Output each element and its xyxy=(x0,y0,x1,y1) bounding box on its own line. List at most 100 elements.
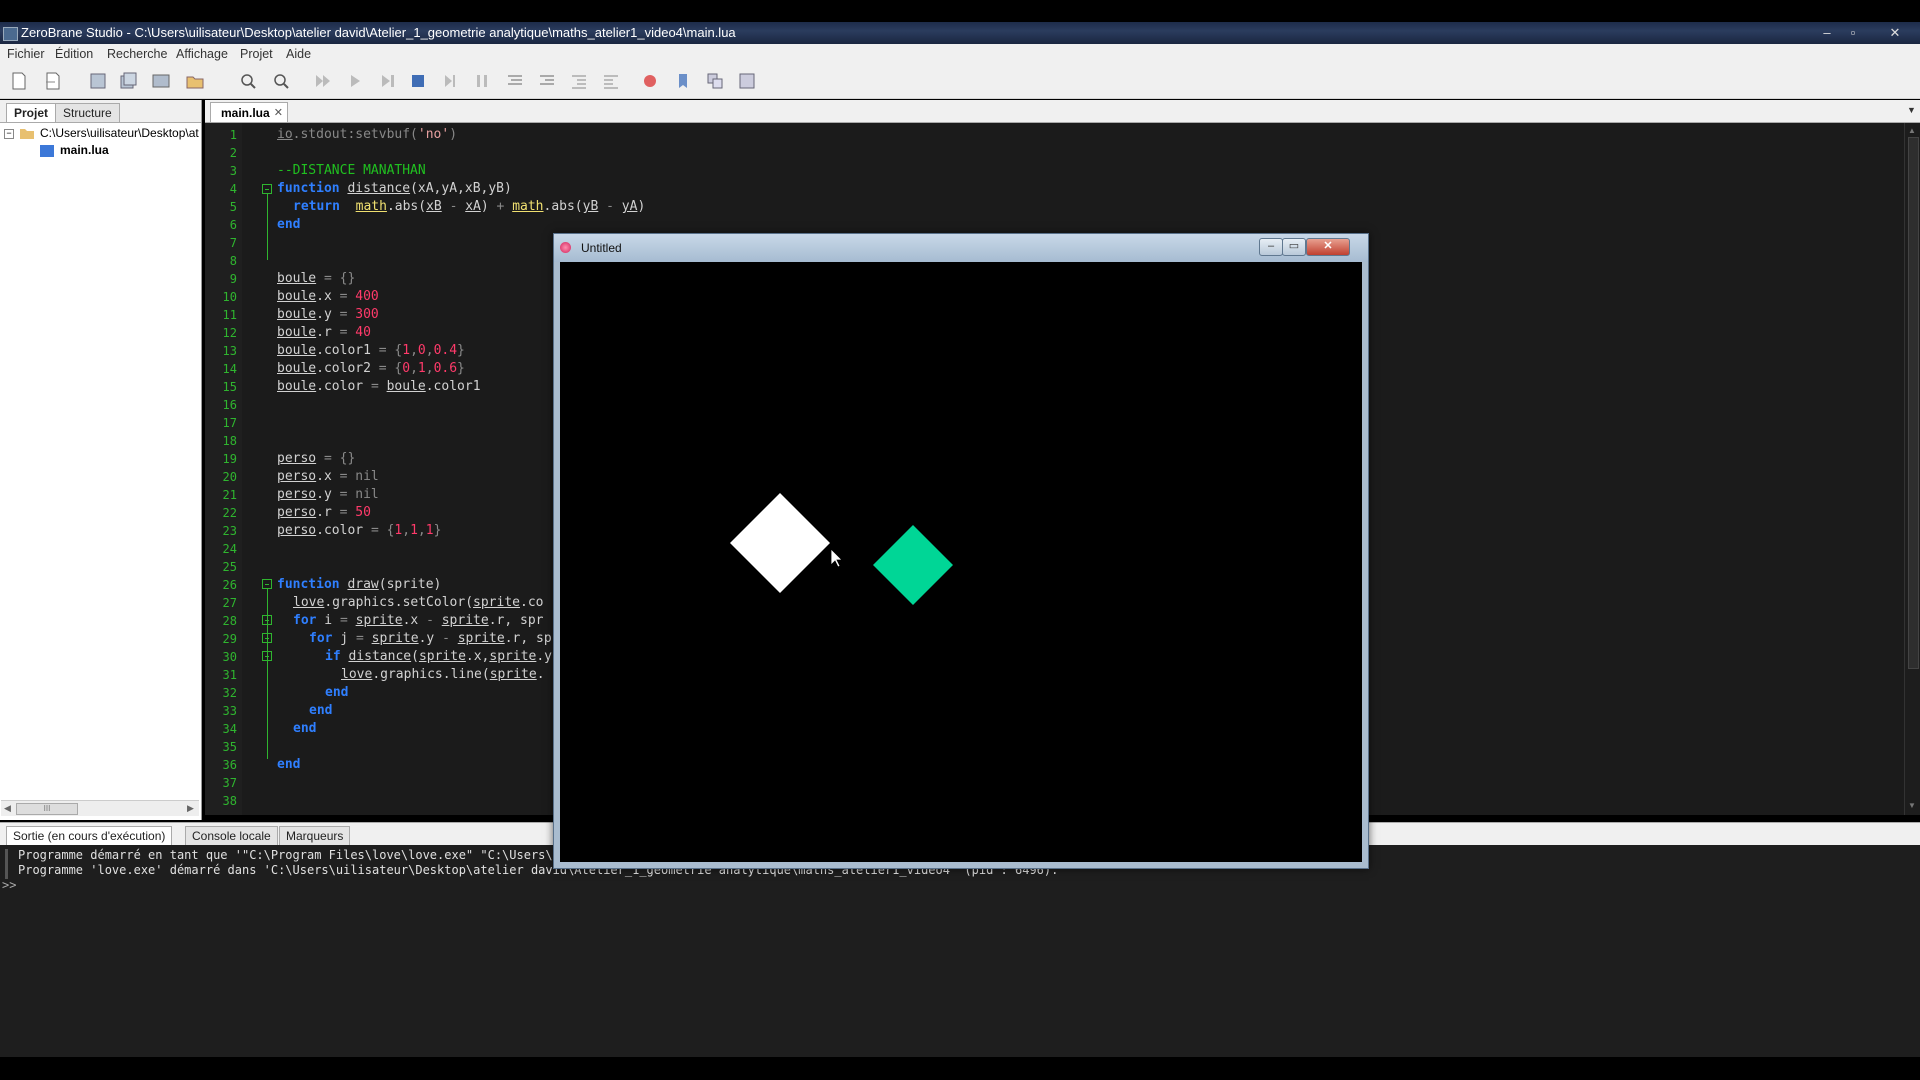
code-line-15: boule.color = boule.color1 xyxy=(277,379,481,394)
menu-projet[interactable]: Projet xyxy=(240,47,273,61)
menu-edition[interactable]: Édition xyxy=(55,47,93,61)
fold-marker[interactable] xyxy=(262,579,272,589)
code-line-29: for j = sprite.y - sprite.r, sp xyxy=(309,631,552,646)
project-root[interactable]: C:\Users\uilisateur\Desktop\at xyxy=(40,126,199,140)
find-icon[interactable] xyxy=(238,71,258,91)
save-icon[interactable] xyxy=(88,71,108,91)
code-line-12: boule.r = 40 xyxy=(277,325,371,340)
tab-list-dropdown-icon[interactable]: ▼ xyxy=(1907,105,1916,115)
folder-icon xyxy=(20,129,34,139)
indent-icon[interactable] xyxy=(569,71,589,91)
save-all-icon[interactable] xyxy=(118,71,138,91)
outdent-icon[interactable] xyxy=(601,71,621,91)
menu-aide[interactable]: Aide xyxy=(286,47,311,61)
horizontal-scrollbar[interactable]: ◀ III ▶ xyxy=(1,800,199,816)
line-number: 31 xyxy=(222,668,237,682)
love-close-button[interactable]: ✕ xyxy=(1306,238,1350,256)
love-window-title-bar[interactable]: Untitled – ▭ ✕ xyxy=(554,234,1368,262)
step-into-icon[interactable] xyxy=(440,71,460,91)
collapse-toggle-icon[interactable]: − xyxy=(4,129,14,139)
love-window[interactable]: Untitled – ▭ ✕ xyxy=(553,233,1369,869)
line-number: 8 xyxy=(229,254,237,268)
love-maximize-button[interactable]: ▭ xyxy=(1282,238,1306,256)
project-folder-icon[interactable] xyxy=(185,71,205,91)
fold-line xyxy=(267,194,268,260)
tab-projet[interactable]: Projet xyxy=(6,103,57,122)
project-settings-icon[interactable] xyxy=(737,71,757,91)
line-number: 12 xyxy=(222,326,237,340)
break-icon[interactable] xyxy=(472,71,492,91)
mouse-cursor-icon xyxy=(830,548,843,568)
scroll-left-icon[interactable]: ◀ xyxy=(4,803,11,814)
code-line-20: perso.x = nil xyxy=(277,469,379,484)
close-tab-icon[interactable]: ✕ xyxy=(274,103,283,123)
boule-diamond xyxy=(873,525,953,605)
code-line-22: perso.r = 50 xyxy=(277,505,371,520)
fold-line xyxy=(267,589,268,759)
bookmark-icon[interactable] xyxy=(673,71,693,91)
code-line-31: love.graphics.line(sprite. xyxy=(341,667,545,682)
tab-marqueurs[interactable]: Marqueurs xyxy=(279,826,351,846)
toolbar xyxy=(0,64,1920,99)
code-line-34: end xyxy=(293,721,317,736)
tab-sortie[interactable]: Sortie (en cours d'exécution) xyxy=(6,826,173,846)
line-number: 26 xyxy=(222,578,237,592)
file-main-lua[interactable]: main.lua xyxy=(60,143,109,157)
code-line-30: if distance(sprite.x,sprite.y xyxy=(325,649,553,664)
output-console[interactable]: Programme démarré en tant que '"C:\Progr… xyxy=(0,845,1920,1057)
minimize-button[interactable]: – xyxy=(1816,24,1838,41)
line-number: 4 xyxy=(229,182,237,196)
line-number: 25 xyxy=(222,560,237,574)
love-canvas[interactable] xyxy=(560,262,1362,862)
menu-recherche[interactable]: Recherche xyxy=(107,47,167,61)
menu-affichage[interactable]: Affichage xyxy=(176,47,228,61)
vertical-scrollbar[interactable]: ▲ ▼ xyxy=(1904,123,1920,815)
step-out-icon[interactable] xyxy=(537,71,557,91)
menu-bar: Fichier Édition Recherche Affichage Proj… xyxy=(0,44,1920,64)
line-number: 24 xyxy=(222,542,237,556)
tab-main-lua[interactable]: main.lua ✕ xyxy=(210,102,288,122)
code-line-21: perso.y = nil xyxy=(277,487,379,502)
scroll-thumb[interactable]: III xyxy=(16,803,78,815)
step-over-icon[interactable] xyxy=(505,71,525,91)
line-number: 13 xyxy=(222,344,237,358)
fold-marker[interactable] xyxy=(262,184,272,194)
line-number: 18 xyxy=(222,434,237,448)
maximize-button[interactable]: ▫ xyxy=(1842,24,1864,41)
close-button[interactable]: ✕ xyxy=(1884,24,1906,41)
code-line-4: function distance(xA,yA,xB,yB) xyxy=(277,181,512,196)
run-icon[interactable] xyxy=(345,71,365,91)
project-directory-icon[interactable] xyxy=(151,71,171,91)
love-minimize-button[interactable]: – xyxy=(1259,238,1283,256)
breakpoint-icon[interactable] xyxy=(640,71,660,91)
output-marker xyxy=(5,849,8,879)
tab-console-locale[interactable]: Console locale xyxy=(185,826,278,846)
open-file-icon[interactable] xyxy=(43,71,63,91)
code-line-32: end xyxy=(325,685,349,700)
stop-icon[interactable] xyxy=(408,71,428,91)
tab-structure[interactable]: Structure xyxy=(55,103,120,122)
scroll-thumb[interactable] xyxy=(1908,137,1919,669)
start-debug-icon[interactable] xyxy=(313,71,333,91)
love-heart-icon xyxy=(560,242,571,253)
scroll-up-icon[interactable]: ▲ xyxy=(1908,126,1916,135)
code-line-13: boule.color1 = {1,0,0.4} xyxy=(277,343,465,358)
tab-label: main.lua xyxy=(221,106,270,120)
scroll-down-icon[interactable]: ▼ xyxy=(1908,801,1916,810)
editor-tabs: main.lua ✕ ▼ xyxy=(205,100,1920,123)
code-line-23: perso.color = {1,1,1} xyxy=(277,523,442,538)
scroll-right-icon[interactable]: ▶ xyxy=(187,803,194,814)
line-number: 6 xyxy=(229,218,237,232)
console-prompt[interactable]: >> xyxy=(2,878,16,892)
line-number: 30 xyxy=(222,650,237,664)
run-to-cursor-icon[interactable] xyxy=(378,71,398,91)
new-file-icon[interactable] xyxy=(9,71,29,91)
menu-fichier[interactable]: Fichier xyxy=(7,47,45,61)
line-number: 1 xyxy=(229,128,237,142)
compare-icon[interactable] xyxy=(705,71,725,91)
code-line-28: for i = sprite.x - sprite.r, spr xyxy=(293,613,544,628)
code-line-27: love.graphics.setColor(sprite.co xyxy=(293,595,544,610)
line-number: 3 xyxy=(229,164,237,178)
find-in-files-icon[interactable] xyxy=(270,71,290,91)
project-tree: − C:\Users\uilisateur\Desktop\at main.lu… xyxy=(0,123,201,803)
